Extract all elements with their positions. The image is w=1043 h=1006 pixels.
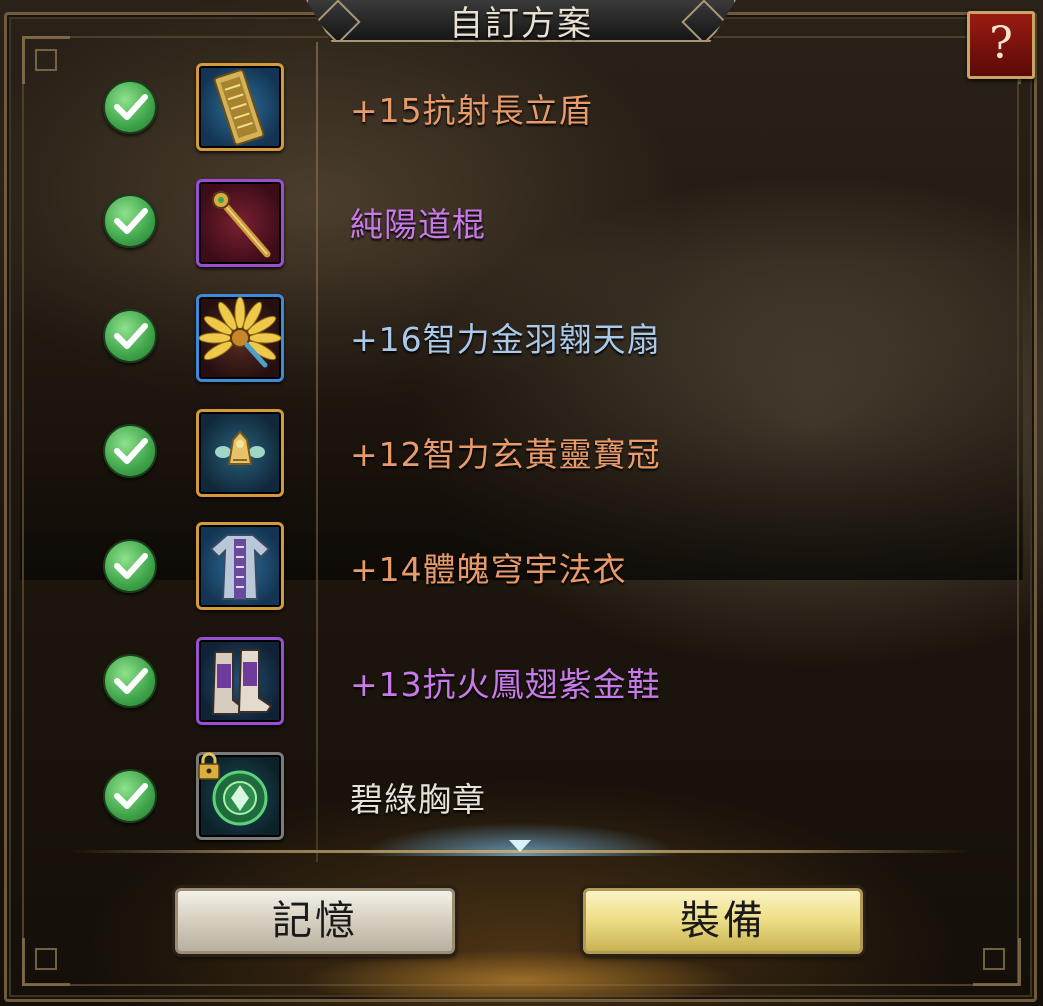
bottom-glow	[300, 950, 740, 1000]
list-item[interactable]: 純陽道棍	[0, 172, 1000, 272]
checkmark-icon[interactable]	[103, 194, 157, 248]
equip-button[interactable]: 裝備	[583, 888, 863, 954]
checkmark-icon[interactable]	[103, 424, 157, 478]
item-name: +15抗射長立盾	[350, 91, 593, 130]
checkmark-icon[interactable]	[103, 769, 157, 823]
item-name: +14體魄穹宇法衣	[350, 550, 627, 589]
lock-icon	[198, 752, 220, 780]
list-item[interactable]: +12智力玄黃靈寶冠	[0, 402, 1000, 502]
staff-icon[interactable]	[196, 179, 284, 267]
item-name: +13抗火鳳翅紫金鞋	[350, 665, 661, 704]
scroll-down-icon[interactable]	[509, 840, 531, 852]
list-item[interactable]: +15抗射長立盾	[0, 58, 1000, 158]
item-name: +12智力玄黃靈寶冠	[350, 435, 661, 474]
list-item[interactable]: +16智力金羽翱天扇	[0, 287, 1000, 387]
boots-icon[interactable]	[196, 637, 284, 725]
feather-fan-icon[interactable]	[196, 294, 284, 382]
checkmark-icon[interactable]	[103, 80, 157, 134]
checkmark-icon[interactable]	[103, 309, 157, 363]
corner-ornament	[973, 938, 1021, 986]
list-item[interactable]: +13抗火鳳翅紫金鞋	[0, 632, 1000, 732]
checkmark-icon[interactable]	[103, 539, 157, 593]
custom-plan-panel: 自訂方案 ? +15抗射長立盾 純陽道棍 +16智力金羽翱天扇 +12智力玄黃靈…	[0, 0, 1043, 1006]
checkmark-icon[interactable]	[103, 654, 157, 708]
item-name: +16智力金羽翱天扇	[350, 320, 661, 359]
shield-icon[interactable]	[196, 63, 284, 151]
panel-title: 自訂方案	[449, 4, 593, 44]
crown-icon[interactable]	[196, 409, 284, 497]
memory-button[interactable]: 記憶	[175, 888, 455, 954]
corner-ornament	[22, 938, 70, 986]
item-name: 純陽道棍	[350, 205, 486, 244]
robe-icon[interactable]	[196, 522, 284, 610]
item-name: 碧綠胸章	[350, 780, 486, 819]
list-item[interactable]: +14體魄穹宇法衣	[0, 517, 1000, 617]
